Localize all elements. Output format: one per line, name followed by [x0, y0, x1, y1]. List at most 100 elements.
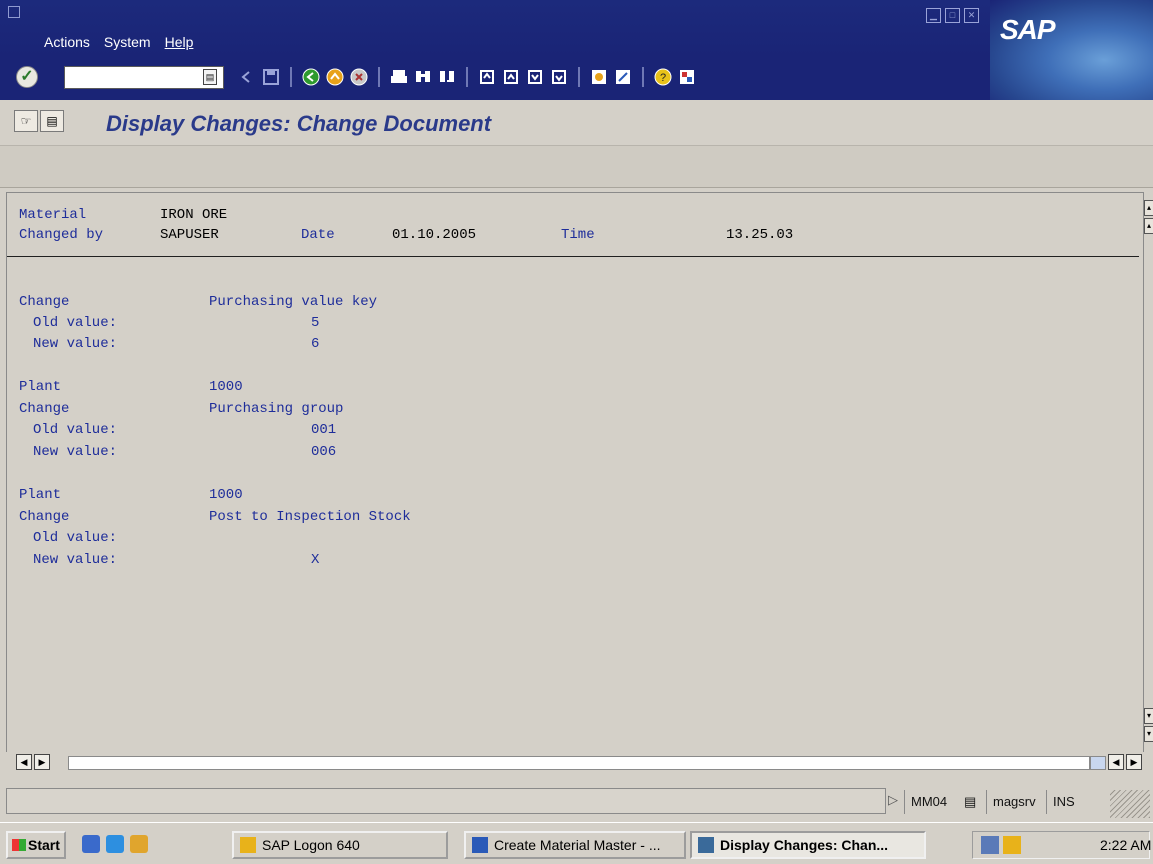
- new-value: 6: [311, 336, 320, 352]
- standard-toolbar: ✓ ▤ ?: [0, 58, 990, 100]
- display-object-icon[interactable]: ☞: [14, 110, 38, 132]
- status-bar: ▷ MM04 ▤ magsrv INS: [0, 780, 1153, 822]
- scroll-thumb[interactable]: [1090, 756, 1106, 770]
- shortcut-icon[interactable]: [612, 65, 634, 89]
- changed-by-label: Changed by: [19, 227, 104, 243]
- last-page-icon[interactable]: [548, 65, 570, 89]
- plant-value: 1000: [209, 487, 243, 503]
- task-display-changes[interactable]: Display Changes: Chan...: [690, 831, 926, 859]
- scroll-down-page-icon[interactable]: ▾: [1144, 708, 1153, 724]
- change-field: Post to Inspection Stock: [209, 509, 411, 525]
- new-session-icon[interactable]: [588, 65, 610, 89]
- sap-tray-icon[interactable]: [1003, 836, 1021, 854]
- menu-system[interactable]: System: [104, 34, 151, 50]
- toolbar-icons: ?: [236, 65, 698, 89]
- system-menu-icon[interactable]: [8, 6, 20, 18]
- outlook-icon[interactable]: [130, 835, 148, 853]
- plant-label: Plant: [19, 487, 62, 503]
- input-mode[interactable]: INS: [1046, 790, 1081, 814]
- save-icon[interactable]: [260, 65, 282, 89]
- session-list-icon[interactable]: ▤: [958, 790, 984, 814]
- horizontal-scrollbar[interactable]: ◀ ▶ ◀ ▶: [16, 754, 1142, 772]
- window-controls: ▁ □ ✕: [926, 8, 979, 23]
- change-document-list: Material IRON ORE Changed by SAPUSER Dat…: [6, 192, 1143, 752]
- scroll-up-icon[interactable]: ▴: [1144, 200, 1153, 216]
- minimize-icon[interactable]: ▁: [926, 8, 941, 23]
- start-button[interactable]: Start: [6, 831, 66, 859]
- date-value: 01.10.2005: [392, 227, 477, 243]
- toolbar-separator: [290, 67, 292, 87]
- exit-icon[interactable]: [324, 65, 346, 89]
- scroll-left-icon[interactable]: ◀: [1108, 754, 1124, 770]
- old-value-label: Old value:: [33, 315, 118, 331]
- first-page-icon[interactable]: [476, 65, 498, 89]
- clock: 2:22 AM: [1100, 837, 1152, 853]
- new-value-label: New value:: [33, 444, 118, 460]
- internet-explorer-icon[interactable]: [106, 835, 124, 853]
- enter-button[interactable]: ✓: [16, 66, 38, 88]
- page-title: Display Changes: Change Document: [106, 111, 492, 136]
- time-value: 13.25.03: [726, 227, 794, 243]
- toolbar-separator: [578, 67, 580, 87]
- scroll-track[interactable]: [68, 756, 1090, 770]
- back-icon[interactable]: [300, 65, 322, 89]
- menu-help[interactable]: Help: [165, 34, 194, 50]
- header-divider: [7, 256, 1139, 257]
- sap-window-icon: [698, 837, 714, 853]
- scroll-right-icon[interactable]: ▶: [1126, 754, 1142, 770]
- svg-text:?: ?: [660, 72, 666, 84]
- task-label: SAP Logon 640: [262, 837, 360, 853]
- application-toolbar: [0, 146, 1153, 188]
- menu-actions[interactable]: Actions: [44, 34, 90, 50]
- change-field: Purchasing group: [209, 401, 344, 417]
- help-icon[interactable]: ?: [652, 65, 674, 89]
- customize-layout-icon[interactable]: [676, 65, 698, 89]
- next-page-icon[interactable]: [524, 65, 546, 89]
- status-message-area: [6, 788, 886, 814]
- old-value-label: Old value:: [33, 530, 118, 546]
- change-label: Change: [19, 294, 70, 310]
- old-value-label: Old value:: [33, 422, 118, 438]
- title-icons: ☞ ▤: [14, 110, 64, 132]
- transaction-code: MM04: [904, 790, 953, 814]
- change-field: Purchasing value key: [209, 294, 378, 310]
- sap-window: Actions System Help ▁ □ ✕ SAP ✓ ▤ ? ☞ ▤ …: [0, 0, 1153, 864]
- toolbar-separator: [642, 67, 644, 87]
- command-field[interactable]: [64, 66, 224, 89]
- old-value: 5: [311, 315, 320, 331]
- start-label: Start: [28, 837, 60, 853]
- find-icon[interactable]: [412, 65, 434, 89]
- scroll-up-page-icon[interactable]: ▴: [1144, 218, 1153, 234]
- show-desktop-icon[interactable]: [82, 835, 100, 853]
- network-icon[interactable]: [981, 836, 999, 854]
- windows-taskbar: Start SAP Logon 640 Create Material Mast…: [0, 822, 1153, 864]
- vertical-scrollbar[interactable]: ▴ ▴ ▾ ▾: [1143, 192, 1153, 752]
- close-icon[interactable]: ✕: [964, 8, 979, 23]
- toolbar-separator: [466, 67, 468, 87]
- change-label: Change: [19, 401, 70, 417]
- server-name: magsrv: [986, 790, 1042, 814]
- task-word-document[interactable]: Create Material Master - ...: [464, 831, 686, 859]
- print-icon[interactable]: [388, 65, 410, 89]
- maximize-icon[interactable]: □: [945, 8, 960, 23]
- date-label: Date: [301, 227, 335, 243]
- task-sap-logon[interactable]: SAP Logon 640: [232, 831, 448, 859]
- material-label: Material: [19, 207, 87, 223]
- scroll-right-icon[interactable]: ▶: [34, 754, 50, 770]
- new-value: X: [311, 552, 320, 568]
- sap-logo: SAP: [1000, 14, 1056, 45]
- document-icon[interactable]: ▤: [40, 110, 64, 132]
- cancel-icon[interactable]: [348, 65, 370, 89]
- scroll-down-icon[interactable]: ▾: [1144, 726, 1153, 742]
- previous-page-icon[interactable]: [500, 65, 522, 89]
- command-history-icon[interactable]: ▤: [203, 69, 217, 85]
- resize-grip[interactable]: [1110, 790, 1150, 818]
- status-expand-icon[interactable]: ▷: [888, 792, 898, 808]
- word-icon: [472, 837, 488, 853]
- find-next-icon[interactable]: [436, 65, 458, 89]
- scroll-left-icon[interactable]: ◀: [16, 754, 32, 770]
- new-value: 006: [311, 444, 337, 460]
- menu-bar: Actions System Help ▁ □ ✕: [0, 0, 1153, 58]
- material-value: IRON ORE: [160, 207, 228, 223]
- back-arrow-icon[interactable]: [236, 65, 258, 89]
